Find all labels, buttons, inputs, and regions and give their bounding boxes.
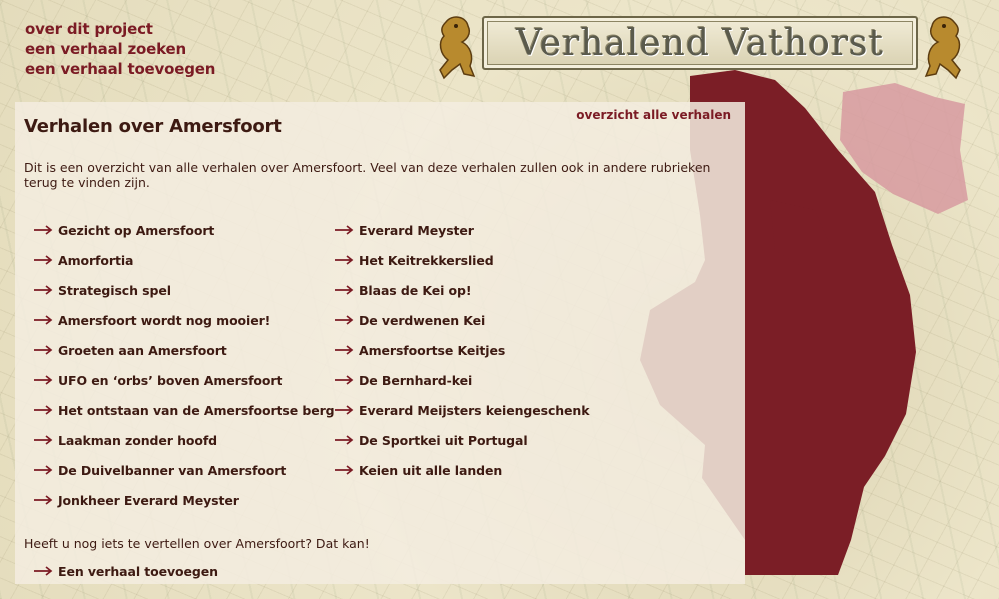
- arrow-right-icon: [34, 255, 53, 265]
- arrow-right-icon: [335, 285, 354, 295]
- story-link[interactable]: Amersfoortse Keitjes: [335, 335, 589, 365]
- arrow-right-icon: [335, 315, 354, 325]
- arrow-right-icon: [335, 255, 354, 265]
- story-label: Amersfoort wordt nog mooier!: [58, 312, 271, 328]
- story-label: Amorfortia: [58, 252, 134, 268]
- arrow-right-icon: [34, 435, 53, 445]
- arrow-right-icon: [335, 465, 354, 475]
- arrow-right-icon: [335, 405, 354, 415]
- content-panel: overzicht alle verhalen Verhalen over Am…: [15, 102, 745, 584]
- lion-icon: [439, 16, 476, 80]
- story-link[interactable]: De verdwenen Kei: [335, 305, 589, 335]
- story-link[interactable]: De Bernhard-kei: [335, 365, 589, 395]
- title-banner: Verhalend Vathorst: [482, 16, 918, 70]
- arrow-right-icon: [34, 315, 53, 325]
- story-label: Keien uit alle landen: [359, 462, 503, 478]
- arrow-right-icon: [34, 375, 53, 385]
- story-link[interactable]: Het Keitrekkerslied: [335, 245, 589, 275]
- arrow-right-icon: [335, 435, 354, 445]
- arrow-right-icon: [335, 345, 354, 355]
- intro-text: Dit is een overzicht van alle verhalen o…: [24, 160, 711, 190]
- nav-add-story[interactable]: een verhaal toevoegen: [25, 59, 215, 79]
- story-label: Everard Meyster: [359, 222, 474, 238]
- story-label: Het ontstaan van de Amersfoortse berg: [58, 402, 335, 418]
- story-label: Everard Meijsters keiengeschenk: [359, 402, 590, 418]
- story-link[interactable]: De Duivelbanner van Amersfoort: [34, 455, 335, 485]
- story-link[interactable]: Jonkheer Everard Meyster: [34, 485, 335, 515]
- story-link[interactable]: Blaas de Kei op!: [335, 275, 589, 305]
- story-link[interactable]: Amersfoort wordt nog mooier!: [34, 305, 335, 335]
- site-logo[interactable]: Verhalend Vathorst: [432, 12, 968, 82]
- add-story-label: Een verhaal toevoegen: [58, 563, 218, 579]
- story-label: Groeten aan Amersfoort: [58, 342, 227, 358]
- arrow-right-icon: [34, 465, 53, 475]
- story-link[interactable]: Everard Meijsters keiengeschenk: [335, 395, 590, 425]
- story-label: De verdwenen Kei: [359, 312, 486, 328]
- lion-icon: [924, 16, 961, 80]
- arrow-right-icon: [34, 225, 53, 235]
- arrow-right-icon: [335, 375, 354, 385]
- story-label: De Bernhard-kei: [359, 372, 473, 388]
- story-label: Amersfoortse Keitjes: [359, 342, 506, 358]
- story-link[interactable]: Het ontstaan van de Amersfoortse berg: [34, 395, 335, 425]
- story-label: Gezicht op Amersfoort: [58, 222, 215, 238]
- story-link[interactable]: Amorfortia: [34, 245, 335, 275]
- story-link[interactable]: Groeten aan Amersfoort: [34, 335, 335, 365]
- story-label: Blaas de Kei op!: [359, 282, 472, 298]
- arrow-right-icon: [34, 345, 53, 355]
- story-list-right: Everard Meyster Het Keitrekkerslied Blaa…: [335, 215, 590, 485]
- story-list-left: Gezicht op Amersfoort Amorfortia Strateg…: [34, 215, 335, 515]
- closing-text: Heeft u nog iets te vertellen over Amers…: [24, 536, 370, 551]
- story-link[interactable]: Strategisch spel: [34, 275, 335, 305]
- story-label: Strategisch spel: [58, 282, 171, 298]
- arrow-right-icon: [34, 405, 53, 415]
- story-label: De Sportkei uit Portugal: [359, 432, 528, 448]
- story-link[interactable]: Laakman zonder hoofd: [34, 425, 335, 455]
- add-story-link[interactable]: Een verhaal toevoegen: [34, 556, 218, 586]
- main-nav: over dit project een verhaal zoeken een …: [25, 19, 215, 79]
- story-label: De Duivelbanner van Amersfoort: [58, 462, 287, 478]
- nav-search-story[interactable]: een verhaal zoeken: [25, 39, 215, 59]
- story-label: Jonkheer Everard Meyster: [58, 492, 239, 508]
- site-title: Verhalend Vathorst: [516, 22, 884, 64]
- arrow-right-icon: [335, 225, 354, 235]
- story-link[interactable]: Gezicht op Amersfoort: [34, 215, 335, 245]
- story-link[interactable]: Keien uit alle landen: [335, 455, 589, 485]
- arrow-right-icon: [34, 566, 53, 576]
- arrow-right-icon: [34, 285, 53, 295]
- story-label: UFO en ‘orbs’ boven Amersfoort: [58, 372, 283, 388]
- nav-about-project[interactable]: over dit project: [25, 19, 215, 39]
- story-link[interactable]: De Sportkei uit Portugal: [335, 425, 589, 455]
- page-title: Verhalen over Amersfoort: [24, 116, 282, 137]
- overview-all-stories-link[interactable]: overzicht alle verhalen: [576, 108, 731, 122]
- story-label: Het Keitrekkerslied: [359, 252, 494, 268]
- story-link[interactable]: UFO en ‘orbs’ boven Amersfoort: [34, 365, 335, 395]
- arrow-right-icon: [34, 495, 53, 505]
- story-label: Laakman zonder hoofd: [58, 432, 218, 448]
- story-link[interactable]: Everard Meyster: [335, 215, 589, 245]
